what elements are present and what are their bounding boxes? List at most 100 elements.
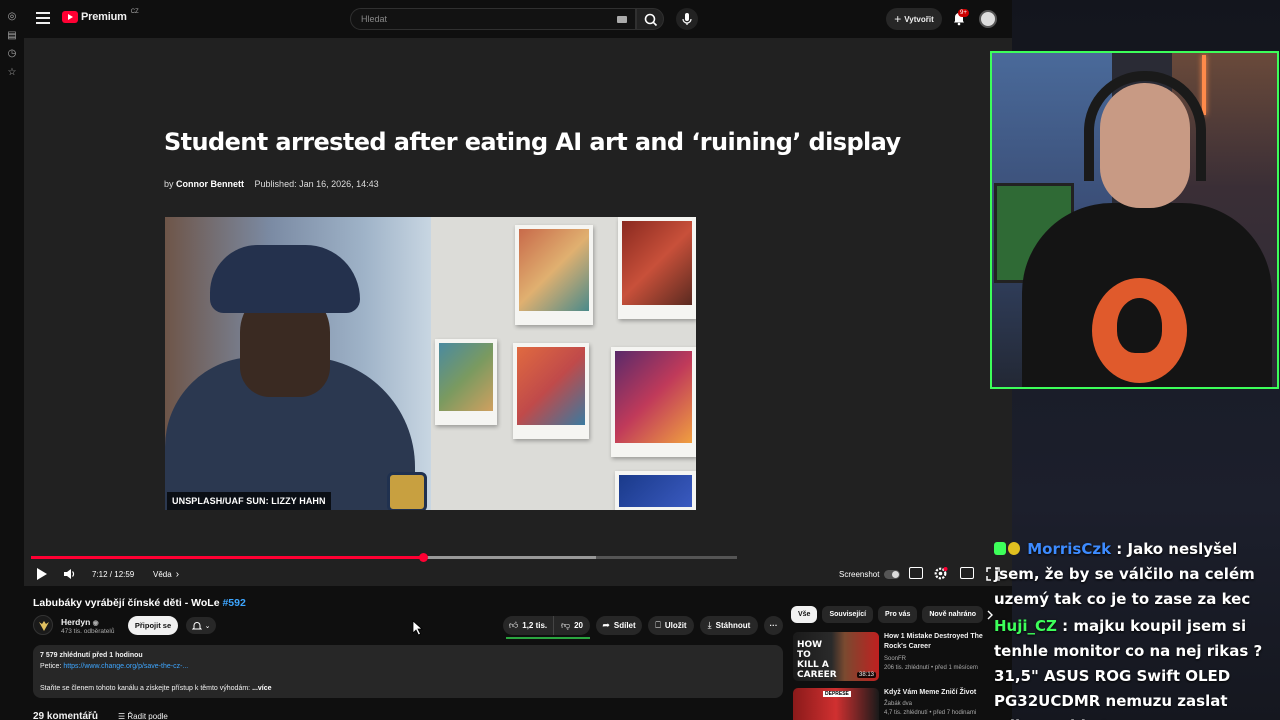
sort-label: Řadit podle xyxy=(127,712,168,720)
join-button[interactable]: Připojit se xyxy=(128,616,178,635)
search-button[interactable] xyxy=(636,8,664,30)
chat-username: MorrisCzk xyxy=(1027,540,1112,558)
toggle-switch[interactable] xyxy=(884,569,901,579)
search-input[interactable] xyxy=(361,14,601,24)
subscriptions-icon[interactable]: ▤ xyxy=(6,30,18,42)
more-actions-button[interactable]: ··· xyxy=(764,616,783,635)
scrubber-handle[interactable] xyxy=(418,553,428,562)
logo-region: CZ xyxy=(130,9,139,15)
buffered-bar xyxy=(422,556,596,559)
plus-icon: + xyxy=(894,12,902,26)
chip-recently-uploaded[interactable]: Nově nahráno xyxy=(922,606,984,623)
create-button[interactable]: + Vytvořit xyxy=(886,8,942,30)
mini-guide: ◎ ▤ ◷ ☆ xyxy=(0,0,24,720)
sort-button[interactable]: ☰ Řadit podle xyxy=(118,712,168,720)
related-channel[interactable]: Žabák dva xyxy=(884,700,912,709)
logo-text: Premium xyxy=(81,11,127,23)
related-title[interactable]: How 1 Mistake Destroyed The Rock's Caree… xyxy=(884,632,990,652)
like-ratio-bar xyxy=(506,637,590,639)
chat-overlay: MorrisCzk : Jako neslyšel jsem, že by se… xyxy=(994,537,1278,720)
headset xyxy=(1084,71,1206,181)
video-duration: 38:13 xyxy=(856,672,876,678)
share-button[interactable]: ➦ Sdílet xyxy=(596,616,642,635)
download-icon: ⤓ xyxy=(707,620,712,630)
neon-light xyxy=(1202,55,1206,115)
chevron-right-icon: › xyxy=(175,568,180,580)
progress-bar[interactable] xyxy=(31,553,737,562)
share-icon: ➦ xyxy=(602,620,610,630)
related-title[interactable]: Když Vám Meme Zničí Život xyxy=(884,688,990,698)
moderator-badge-icon xyxy=(994,542,1006,555)
polaroid-artwork xyxy=(515,225,593,325)
menu-icon[interactable] xyxy=(36,12,50,24)
video-hashtag[interactable]: #592 xyxy=(222,597,245,609)
home-icon[interactable]: ◎ xyxy=(6,11,18,23)
description-box[interactable]: 7 579 zhlédnutí před 1 hodinou Petice: h… xyxy=(33,645,783,698)
like-button[interactable]: 👍︎ 1,2 tis. xyxy=(503,616,553,635)
download-label: Stáhnout xyxy=(715,621,751,630)
chat-username: Huji_CZ xyxy=(994,617,1057,635)
chapter-label: Věda xyxy=(153,569,172,579)
voice-search-button[interactable] xyxy=(676,8,698,30)
history-icon[interactable]: ◷ xyxy=(6,48,18,60)
keyboard-icon[interactable] xyxy=(617,16,627,23)
video-player[interactable]: Student arrested after eating AI art and… xyxy=(24,38,1012,586)
subscriber-count: 473 tis. odběratelů xyxy=(61,628,115,635)
play-icon[interactable] xyxy=(37,568,47,580)
article-headline: Student arrested after eating AI art and… xyxy=(164,128,901,156)
account-avatar[interactable] xyxy=(979,10,997,28)
bell-icon xyxy=(191,621,202,629)
save-label: Uložit xyxy=(664,621,687,630)
gallery-wall xyxy=(431,217,696,510)
save-button[interactable]: ⎕ Uložit xyxy=(648,616,694,635)
youtube-premium-logo[interactable]: Premium CZ xyxy=(62,9,139,23)
related-thumbnail[interactable]: DEPRESE xyxy=(793,688,879,720)
mouse-cursor-icon xyxy=(412,620,424,636)
membership-text: Staňte se členem tohoto kanálu a získejt… xyxy=(40,685,251,692)
settings-gear-icon[interactable] xyxy=(933,566,948,581)
theater-mode-icon[interactable] xyxy=(960,567,974,579)
screenshot-label: Screenshot xyxy=(839,569,880,579)
like-count: 1,2 tis. xyxy=(522,621,548,630)
screenshot-toggle[interactable]: Screenshot xyxy=(839,566,901,582)
dislike-button[interactable]: 👎︎ 20 xyxy=(553,616,590,635)
bookmark-icon: ⎕ xyxy=(655,620,661,630)
related-meta: 206 tis. zhlédnutí • před 1 měsícem xyxy=(884,665,978,671)
chips-next-icon[interactable] xyxy=(986,610,994,620)
related-video[interactable]: HOW TO KILL A CAREER 38:13 How 1 Mistake… xyxy=(793,632,993,682)
related-meta: 4,7 tis. zhlédnutí • před 7 hodinami xyxy=(884,710,977,716)
chat-message: Huji_CZ : majku koupil jsem si tenhle mo… xyxy=(994,614,1278,720)
petition-link[interactable]: https://www.change.org/p/save-the-cz-... xyxy=(63,663,188,670)
article-published: Published: Jan 16, 2026, 14:43 xyxy=(254,179,379,189)
polaroid-artwork xyxy=(611,347,696,457)
show-more-link[interactable]: ...více xyxy=(252,685,271,692)
subscribe-notifications-button[interactable]: ⌄ xyxy=(186,617,216,634)
chip-all[interactable]: Vše xyxy=(791,606,818,623)
notifications-badge: 9+ xyxy=(958,9,969,17)
download-button[interactable]: ⤓ Stáhnout xyxy=(700,616,758,635)
membership-line: Staňte se členem tohoto kanálu a získejt… xyxy=(40,683,776,694)
article-photo: UNSPLASH/UAF SUN: LIZZY HAHN xyxy=(165,217,696,510)
related-channel[interactable]: SoonFR xyxy=(884,655,906,664)
volume-icon[interactable] xyxy=(62,567,76,581)
search-icon xyxy=(644,13,658,27)
polaroid-artwork xyxy=(513,343,589,439)
thumbs-up-icon: 👍︎ xyxy=(508,620,519,630)
channel-name[interactable]: Herdyn ◉ xyxy=(61,617,99,627)
channel-avatar[interactable] xyxy=(33,615,53,635)
petition-label: Petice: xyxy=(40,663,62,670)
related-video[interactable]: DEPRESE Když Vám Meme Zničí Život Žabák … xyxy=(793,688,993,720)
related-thumbnail[interactable]: HOW TO KILL A CAREER 38:13 xyxy=(793,632,879,681)
related-filter-chips: Vše Související Pro vás Nově nahráno xyxy=(791,606,984,623)
share-label: Sdílet xyxy=(613,621,636,630)
sort-icon: ☰ xyxy=(118,712,128,720)
star-icon[interactable]: ☆ xyxy=(6,67,18,79)
subtitles-icon[interactable] xyxy=(909,567,923,579)
dislike-count: 20 xyxy=(574,621,584,630)
chapter-button[interactable]: Věda › xyxy=(153,566,179,582)
chip-related[interactable]: Související xyxy=(822,606,874,623)
byline-prefix: by xyxy=(164,179,174,189)
channel-logo-icon xyxy=(39,621,49,631)
channel-name-text: Herdyn xyxy=(61,617,91,627)
chip-for-you[interactable]: Pro vás xyxy=(878,606,918,623)
